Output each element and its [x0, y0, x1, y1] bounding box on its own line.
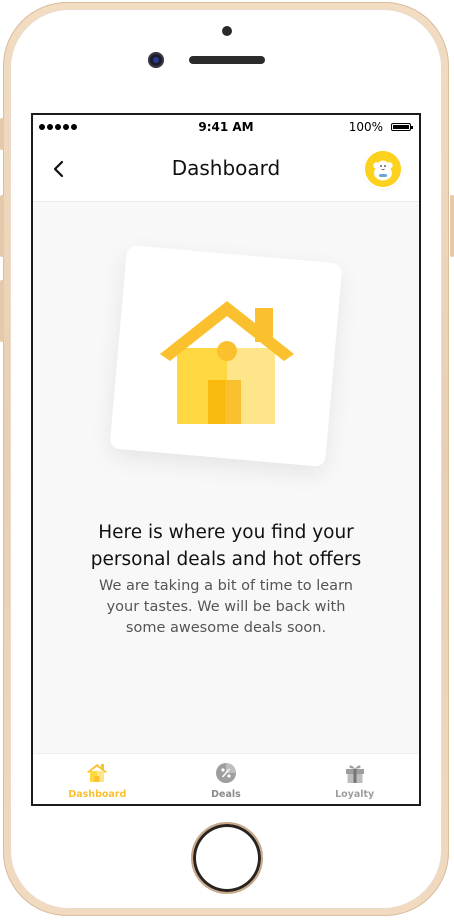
tab-loyalty-label: Loyalty	[335, 789, 375, 800]
tab-dashboard[interactable]: Dashboard	[33, 754, 162, 804]
tab-dashboard-label: Dashboard	[68, 789, 127, 800]
battery-icon	[391, 123, 413, 131]
mute-switch	[0, 118, 4, 150]
tab-deals-label: Deals	[211, 789, 241, 800]
app-screen: 9:41 AM 100% Dashboard Here is where you…	[31, 113, 421, 806]
gift-icon	[345, 765, 364, 783]
page-title: Dashboard	[171, 156, 281, 180]
volume-up-button	[0, 195, 4, 257]
empty-state-headline: Here is where you find your personal dea…	[33, 519, 419, 573]
home-icon	[87, 764, 108, 782]
volume-down-button	[0, 280, 4, 342]
house-icon	[160, 301, 294, 424]
tab-loyalty[interactable]: Loyalty	[290, 754, 419, 804]
avatar-button[interactable]	[365, 151, 401, 187]
status-bar: 9:41 AM 100%	[33, 115, 419, 139]
description-line-2: your tastes. We will be back with	[106, 599, 346, 615]
tab-deals[interactable]: Deals	[162, 754, 291, 804]
bottom-tab-bar: Dashboard Deals Loyalty	[33, 753, 419, 804]
earpiece-speaker	[189, 56, 265, 64]
back-button[interactable]	[47, 157, 71, 181]
chevron-left-icon	[53, 160, 64, 178]
empty-state-description: We are taking a bit of time to learn you…	[63, 576, 389, 639]
headline-line-1: Here is where you find your	[98, 522, 354, 543]
power-button	[450, 195, 454, 257]
percent-badge-icon	[216, 763, 236, 783]
front-camera	[148, 52, 164, 68]
proximity-sensor	[222, 26, 232, 36]
headline-line-2: personal deals and hot offers	[90, 549, 362, 570]
battery-percentage: 100%	[348, 120, 383, 134]
description-line-1: We are taking a bit of time to learn	[99, 578, 353, 594]
home-button[interactable]	[191, 822, 263, 894]
description-line-3: some awesome deals soon.	[125, 620, 327, 636]
navigation-bar: Dashboard	[33, 139, 419, 202]
avatar-mascot-icon	[365, 151, 401, 187]
